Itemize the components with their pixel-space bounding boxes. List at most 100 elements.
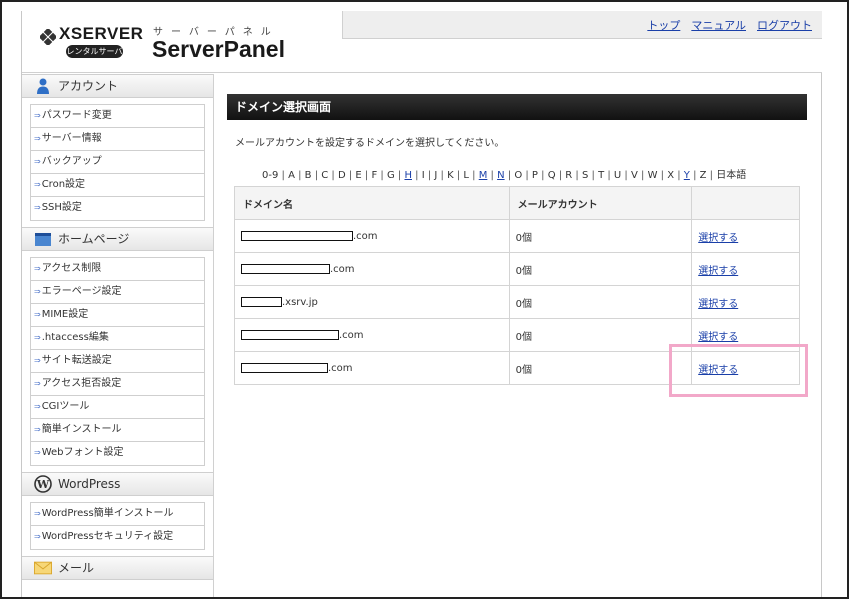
select-domain-link[interactable]: 選択する xyxy=(698,332,738,343)
alpha-index-g: G xyxy=(386,170,395,181)
alpha-separator: | xyxy=(555,170,566,181)
sidebar-item-label: バックアップ xyxy=(41,156,102,167)
select-domain-link[interactable]: 選択する xyxy=(698,299,738,310)
arrow-right-icon: ⇒ xyxy=(34,448,41,457)
sidebar-item-label: WordPressセキュリティ設定 xyxy=(41,531,174,542)
sidebar-section-homepage: ホームページ xyxy=(22,227,213,251)
sidebar-item-wp-install[interactable]: ⇒WordPress簡単インストール xyxy=(31,503,204,526)
table-header-row: ドメイン名 メールアカウント xyxy=(234,186,800,220)
sidebar-item-server-info[interactable]: ⇒サーバー情報 xyxy=(31,128,204,151)
arrow-right-icon: ⇒ xyxy=(34,111,41,120)
arrow-right-icon: ⇒ xyxy=(34,532,41,541)
sidebar-item-label: .htaccess編集 xyxy=(41,332,109,343)
arrow-right-icon: ⇒ xyxy=(34,356,41,365)
sidebar-item-web-font[interactable]: ⇒Webフォント設定 xyxy=(31,442,204,465)
nav-manual-link[interactable]: マニュアル xyxy=(691,19,746,32)
table-row: .xsrv.jp 0個 選択する xyxy=(234,285,800,319)
alpha-separator: | xyxy=(689,170,700,181)
alpha-separator: | xyxy=(537,170,548,181)
alpha-separator: | xyxy=(657,170,668,181)
sidebar-item-wp-security[interactable]: ⇒WordPressセキュリティ設定 xyxy=(31,526,204,549)
sidebar-item-ssh[interactable]: ⇒SSH設定 xyxy=(31,197,204,220)
alpha-separator: | xyxy=(328,170,338,181)
alpha-index-h[interactable]: H xyxy=(404,170,412,181)
count-cell: 0個 xyxy=(508,285,693,319)
sidebar-item-label: Cron設定 xyxy=(41,179,86,190)
sidebar-list-homepage: ⇒アクセス制限 ⇒エラーページ設定 ⇒MIME設定 ⇒.htaccess編集 ⇒… xyxy=(30,257,205,466)
top-nav-bar: トップ マニュアル ログアウト xyxy=(342,11,822,39)
domain-suffix: .com xyxy=(353,230,378,242)
alpha-separator: | xyxy=(394,170,405,181)
arrow-right-icon: ⇒ xyxy=(34,333,41,342)
server-panel-app: XSERVER レンタルサーバー サーバーパネル ServerPanel トップ… xyxy=(21,11,822,597)
nav-logout-link[interactable]: ログアウト xyxy=(757,19,812,32)
alpha-separator: | xyxy=(377,170,387,181)
alpha-index-digits: 0-9 xyxy=(262,170,279,181)
alpha-index-d: D xyxy=(337,170,346,181)
wordpress-icon: W xyxy=(34,475,52,493)
sidebar-item-htaccess[interactable]: ⇒.htaccess編集 xyxy=(31,327,204,350)
count-cell: 0個 xyxy=(508,219,693,253)
alpha-index-o: O xyxy=(514,170,523,181)
top-nav: トップ マニュアル ログアウト xyxy=(636,17,812,33)
sidebar-item-easy-install[interactable]: ⇒簡単インストール xyxy=(31,419,204,442)
screenshot-frame: XSERVER レンタルサーバー サーバーパネル ServerPanel トップ… xyxy=(0,0,849,599)
alpha-index-v: V xyxy=(630,170,638,181)
panel-title: ServerPanel xyxy=(152,36,285,62)
sidebar-item-backup[interactable]: ⇒バックアップ xyxy=(31,151,204,174)
section-title: アカウント xyxy=(58,78,119,93)
page-description: メールアカウントを設定するドメインを選択してください。 xyxy=(235,138,505,149)
section-title: メール xyxy=(58,560,95,575)
count-cell: 0個 xyxy=(508,252,693,286)
sidebar-section-wordpress: W WordPress xyxy=(22,472,213,496)
sidebar-item-cron[interactable]: ⇒Cron設定 xyxy=(31,174,204,197)
redacted-domain xyxy=(241,296,282,307)
sidebar-item-label: CGIツール xyxy=(41,401,90,412)
domain-cell: .xsrv.jp xyxy=(234,285,510,319)
sidebar-item-error-page[interactable]: ⇒エラーページ設定 xyxy=(31,281,204,304)
nav-top-link[interactable]: トップ xyxy=(647,19,680,32)
sidebar-item-label: アクセス拒否設定 xyxy=(41,378,122,389)
arrow-right-icon: ⇒ xyxy=(34,180,41,189)
sidebar-item-access-limit[interactable]: ⇒アクセス制限 xyxy=(31,258,204,281)
domain-cell: .com xyxy=(234,252,510,286)
col-domain: ドメイン名 xyxy=(234,186,510,220)
alpha-index-japanese: 日本語 xyxy=(716,170,747,181)
sidebar-item-password[interactable]: ⇒パスワード変更 xyxy=(31,105,204,128)
alpha-index-a: A xyxy=(288,170,295,181)
sidebar-item-label: 簡単インストール xyxy=(41,424,122,435)
main-content: ドメイン選択画面 メールアカウントを設定するドメインを選択してください。 0-9… xyxy=(227,94,807,385)
sidebar-item-label: MIME設定 xyxy=(41,309,89,320)
action-cell: 選択する xyxy=(691,285,800,319)
alpha-separator: | xyxy=(468,170,479,181)
table-row: .com 0個 選択する xyxy=(234,252,800,286)
select-domain-link[interactable]: 選択する xyxy=(698,233,738,244)
sidebar-item-label: パスワード変更 xyxy=(41,110,112,121)
sidebar-section-account: アカウント xyxy=(22,74,213,98)
arrow-right-icon: ⇒ xyxy=(34,134,41,143)
mail-icon xyxy=(34,559,52,577)
domain-cell: .com xyxy=(234,318,510,352)
sidebar-item-label: エラーページ設定 xyxy=(41,286,122,297)
xserver-logo-icon xyxy=(40,29,56,45)
alpha-separator: | xyxy=(604,170,614,181)
alpha-separator: | xyxy=(424,170,435,181)
logo-area[interactable]: XSERVER レンタルサーバー サーバーパネル ServerPanel xyxy=(22,11,342,73)
highlight-box xyxy=(669,344,808,397)
arrow-right-icon: ⇒ xyxy=(34,310,41,319)
alpha-separator: | xyxy=(572,170,582,181)
alpha-separator: | xyxy=(278,170,289,181)
header: XSERVER レンタルサーバー サーバーパネル ServerPanel トップ… xyxy=(22,11,822,73)
sidebar-item-cgi-tools[interactable]: ⇒CGIツール xyxy=(31,396,204,419)
sidebar-item-mime[interactable]: ⇒MIME設定 xyxy=(31,304,204,327)
alpha-index-n[interactable]: N xyxy=(497,170,504,181)
sidebar-section-mail: メール xyxy=(22,556,213,580)
arrow-right-icon: ⇒ xyxy=(34,402,41,411)
sidebar-item-access-deny[interactable]: ⇒アクセス拒否設定 xyxy=(31,373,204,396)
select-domain-link[interactable]: 選択する xyxy=(698,266,738,277)
domain-suffix: .xsrv.jp xyxy=(282,296,318,308)
person-icon xyxy=(34,77,52,95)
redacted-domain xyxy=(241,263,330,274)
domain-cell: .com xyxy=(234,351,510,385)
sidebar-item-site-redirect[interactable]: ⇒サイト転送設定 xyxy=(31,350,204,373)
